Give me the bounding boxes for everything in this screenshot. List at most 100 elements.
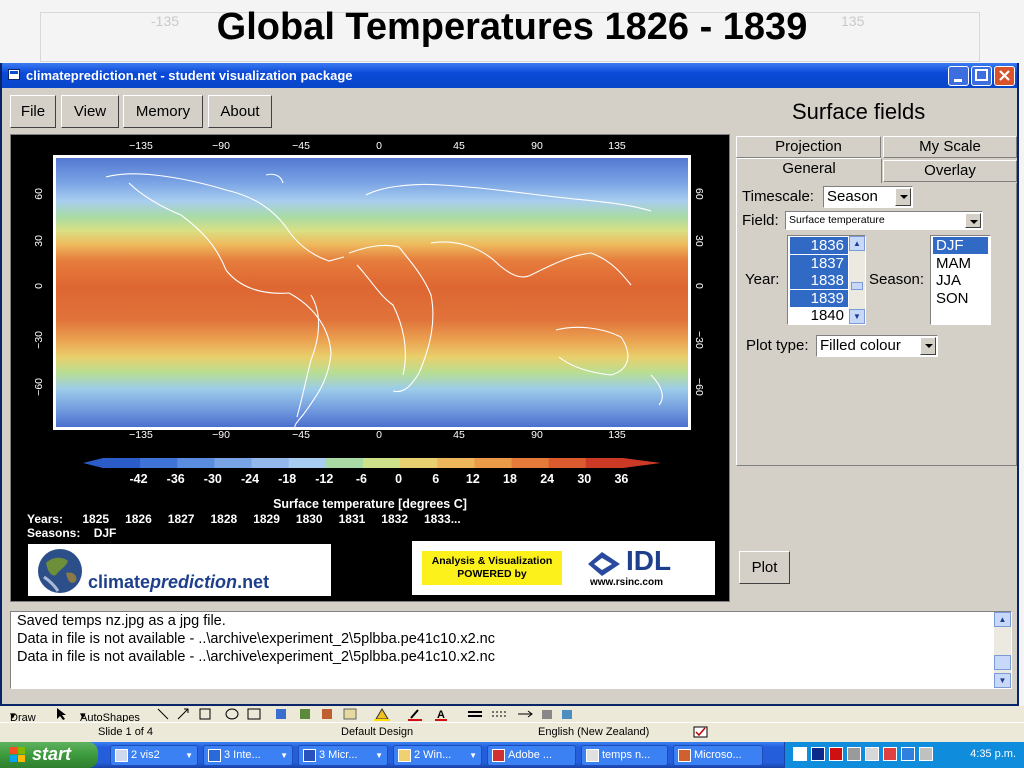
close-button[interactable]: [994, 66, 1015, 86]
colorbar-tick-label: -42: [129, 472, 148, 486]
slide-title[interactable]: Global Temperatures 1826 - 1839: [0, 6, 1024, 49]
autoshapes-menu[interactable]: AutoShapes ▾: [80, 709, 140, 724]
colorbar-tick-label: 0: [395, 472, 403, 486]
field-select[interactable]: Surface temperature: [785, 211, 983, 230]
timescale-select[interactable]: Season: [823, 186, 913, 208]
taskbar-button[interactable]: Microso...: [673, 745, 763, 766]
year-option[interactable]: 1838: [790, 272, 848, 289]
climateprediction-logo: climateprediction.net: [28, 544, 331, 596]
spellcheck-icon[interactable]: [693, 726, 709, 739]
tray-icon[interactable]: [829, 747, 843, 761]
tray-icon[interactable]: [793, 747, 807, 761]
year-option[interactable]: 1836: [790, 237, 848, 254]
colorbar-tick-label: -30: [203, 472, 222, 486]
tab-general[interactable]: General: [736, 158, 882, 183]
taskbar-button[interactable]: 2 vis2 ▼: [110, 745, 198, 766]
tray-icon[interactable]: [883, 747, 897, 761]
scroll-thumb[interactable]: [994, 655, 1011, 670]
longitude-label: −135: [129, 429, 153, 441]
app-icon: [678, 749, 691, 762]
colorbar-tick-label: -6: [355, 472, 367, 486]
tray-icon[interactable]: [847, 747, 861, 761]
colorbar-tick-label: -36: [166, 472, 185, 486]
scroll-up-icon[interactable]: ▲: [849, 236, 865, 251]
taskbar-button-label: Adobe ...: [508, 749, 553, 761]
season-option[interactable]: SON: [933, 290, 988, 307]
year-listbox[interactable]: ▲ ▼ 1836 1837 1838 1839 1840: [787, 235, 866, 325]
colorbar-title: Surface temperature [degrees C]: [273, 497, 467, 511]
scroll-thumb[interactable]: [851, 282, 863, 290]
tab-my-scale[interactable]: My Scale: [883, 136, 1017, 158]
year-option[interactable]: 1839: [790, 289, 848, 307]
status-slide: Slide 1 of 4: [98, 726, 154, 738]
seasons-row: Seasons: DJF: [27, 526, 116, 540]
globe-icon: [38, 549, 82, 593]
taskbar-button[interactable]: 3 Inte... ▼: [203, 745, 293, 766]
latitude-label: −60: [693, 378, 705, 396]
menu-file[interactable]: File: [10, 95, 56, 128]
menu-memory[interactable]: Memory: [123, 95, 203, 128]
longitude-label: −135: [129, 140, 153, 152]
taskbar-button[interactable]: 2 Win... ▼: [393, 745, 482, 766]
message-log[interactable]: Saved temps nz.jpg as a jpg file. Data i…: [10, 611, 1012, 689]
clock: 4:35 p.m.: [970, 748, 1016, 760]
seasons-value: DJF: [93, 526, 117, 540]
season-listbox[interactable]: DJF MAM JJA SON: [930, 235, 991, 325]
scroll-down-icon[interactable]: ▼: [849, 309, 865, 324]
plot-type-select[interactable]: Filled colour: [816, 335, 938, 357]
plot-button[interactable]: Plot: [739, 551, 790, 584]
log-line: Data in file is not available - ..\archi…: [17, 649, 495, 665]
colorbar-swatch: [585, 458, 624, 468]
colorbar-swatch: [437, 458, 475, 468]
draw-menu[interactable]: Draw ▾: [10, 709, 36, 724]
close-icon: [999, 70, 1010, 81]
taskbar-button[interactable]: 3 Micr... ▼: [298, 745, 388, 766]
year-option[interactable]: 1837: [790, 254, 848, 272]
window-titlebar[interactable]: climateprediction.net - student visualiz…: [2, 63, 1017, 88]
tab-overlay[interactable]: Overlay: [883, 160, 1017, 182]
year-value: 1826: [125, 512, 152, 526]
maximize-button[interactable]: [971, 66, 992, 86]
tab-projection[interactable]: Projection: [736, 136, 881, 158]
year-label: Year:: [745, 271, 780, 288]
idl-badge: Analysis & Visualization POWERED by: [422, 551, 562, 585]
longitude-label: 0: [376, 140, 382, 152]
minimize-button[interactable]: [948, 66, 969, 86]
tray-icon[interactable]: [901, 747, 915, 761]
app-icon: [115, 749, 128, 762]
menu-view[interactable]: View: [61, 95, 119, 128]
years-label: Years:: [27, 512, 64, 526]
year-option[interactable]: 1840: [790, 307, 848, 324]
seasons-label: Seasons:: [27, 526, 81, 540]
maximize-icon: [975, 69, 988, 81]
colorbar-swatch: [548, 458, 587, 468]
start-button[interactable]: start: [0, 742, 98, 768]
colorbar-tick-label: 12: [465, 472, 480, 486]
season-option[interactable]: MAM: [933, 255, 988, 272]
panel-title: Surface fields: [792, 99, 926, 124]
windows-logo-icon: [10, 747, 26, 763]
season-option[interactable]: DJF: [933, 237, 988, 254]
select-arrow-icon[interactable]: [54, 707, 68, 721]
tray-icon[interactable]: [919, 747, 933, 761]
tray-icon[interactable]: [811, 747, 825, 761]
colorbar-tick-label: 24: [540, 472, 555, 486]
taskbar-button-label: 3 Inte...: [224, 749, 261, 761]
years-row: Years: 1825 1826 1827 1828 1829 1830 1831 1832 1…: [27, 512, 461, 526]
taskbar-button-label: Microso...: [694, 749, 742, 761]
scroll-up-icon[interactable]: ▲: [994, 612, 1011, 627]
timescale-label: Timescale:: [742, 188, 814, 205]
status-language: English (New Zealand): [538, 726, 650, 738]
chevron-down-icon: ▼: [375, 751, 383, 760]
taskbar-button[interactable]: Adobe ...: [487, 745, 576, 766]
drawing-tool-icons[interactable]: A: [156, 707, 596, 721]
year-scrollbar[interactable]: ▲ ▼: [849, 236, 865, 324]
tray-icon[interactable]: [865, 747, 879, 761]
colorbar-swatch: [363, 458, 401, 468]
scroll-down-icon[interactable]: ▼: [994, 673, 1011, 688]
taskbar-button[interactable]: temps n...: [581, 745, 668, 766]
log-scrollbar[interactable]: ▲ ▼: [994, 612, 1011, 688]
window-title: climateprediction.net - student visualiz…: [26, 68, 353, 83]
season-option[interactable]: JJA: [933, 272, 988, 289]
menu-about[interactable]: About: [208, 95, 272, 128]
